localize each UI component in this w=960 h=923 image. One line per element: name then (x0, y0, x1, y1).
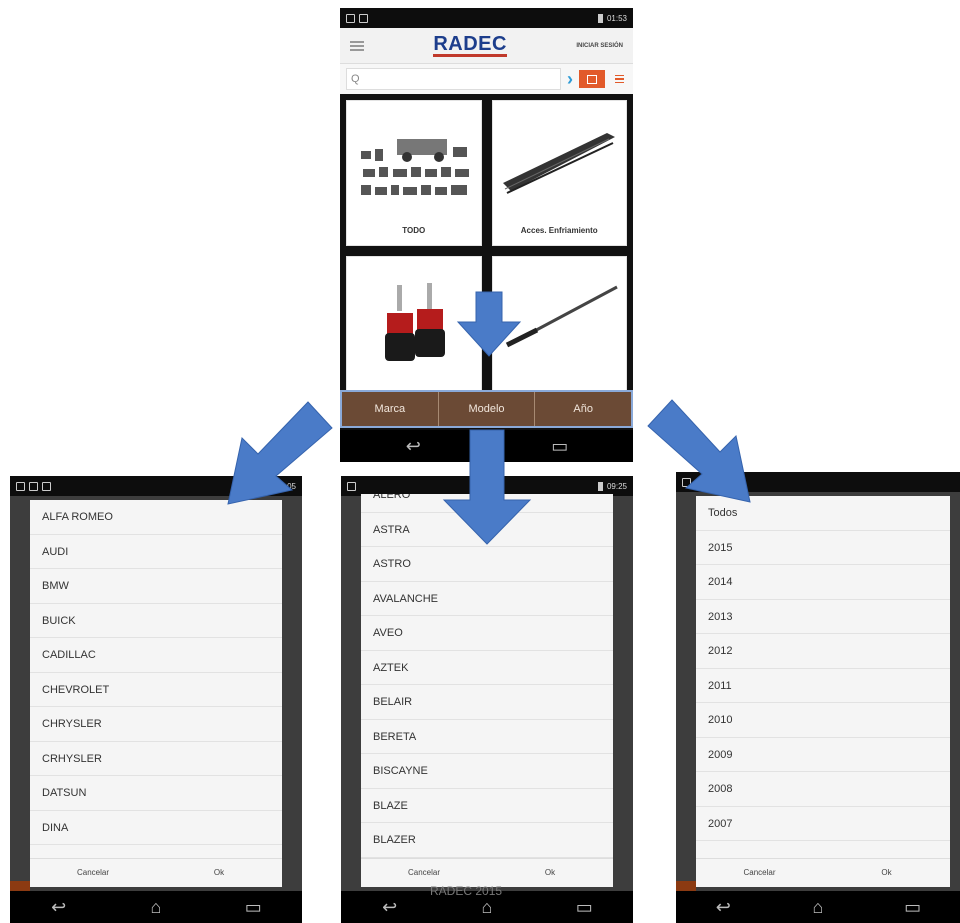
back-icon[interactable]: ↩ (370, 897, 410, 918)
battery-icon (597, 13, 603, 23)
back-icon[interactable]: ↩ (393, 436, 433, 457)
recent-apps-icon[interactable]: ▭ (233, 897, 273, 918)
dialog-option[interactable]: 2015 (696, 531, 950, 565)
modelo-dialog: ALERO ASTRA ASTRO AVALANCHE AVEO AZTEK BELAIR B… (361, 494, 613, 887)
dialog-option[interactable]: 2009 (696, 738, 950, 772)
home-icon[interactable]: ⌂ (467, 897, 507, 918)
dialog-option[interactable]: ASTRO (361, 547, 613, 582)
marca-option-list: ALFA ROMEO AUDI BMW BUICK CADILLAC CHEVROLET C… (30, 500, 282, 845)
dialog-option[interactable]: 2008 (696, 772, 950, 807)
dialog-option[interactable]: 2012 (696, 634, 950, 669)
ok-button[interactable]: Ok (156, 859, 282, 887)
dialog-actions: Cancelar Ok (361, 858, 613, 887)
notification-icon (346, 13, 355, 23)
ok-button[interactable]: Ok (487, 859, 613, 887)
dialog-option[interactable]: BISCAYNE (361, 754, 613, 789)
cancel-button[interactable]: Cancelar (361, 859, 487, 887)
status-time: 01:53 (606, 13, 627, 23)
notification-icon (16, 481, 25, 491)
recent-apps-icon[interactable]: ▭ (564, 897, 604, 918)
list-view-button[interactable] (611, 70, 627, 88)
back-icon[interactable]: ↩ (703, 897, 743, 918)
dialog-option[interactable]: DATSUN (30, 776, 282, 811)
home-icon[interactable]: ⌂ (136, 897, 176, 918)
background-strip (10, 881, 30, 891)
dialog-option[interactable]: CRHYSLER (30, 742, 282, 776)
search-row: Q › (340, 64, 633, 94)
dialog-option[interactable]: 2010 (696, 703, 950, 738)
dialog-option[interactable]: AUDI (30, 535, 282, 569)
dialog-option[interactable]: 2014 (696, 565, 950, 600)
recent-apps-icon[interactable]: ▭ (540, 436, 580, 457)
nav-bar: ↩ ⌂ ▭ (676, 891, 960, 923)
filter-anio-button[interactable]: Año (535, 392, 631, 426)
dialog-option[interactable]: AZTEK (361, 651, 613, 685)
notification-icon (347, 481, 356, 491)
anio-option-list: Todos 2015 2014 2013 2012 2011 2010 2009 2008 200… (696, 496, 950, 841)
dialog-option[interactable]: BELAIR (361, 685, 613, 720)
filter-modelo-button[interactable]: Modelo (439, 392, 536, 426)
arrow-down-left-icon (227, 401, 333, 505)
menu-icon[interactable] (350, 40, 364, 51)
dialog-option[interactable]: CADILLAC (30, 638, 282, 673)
modelo-option-list: ALERO ASTRA ASTRO AVALANCHE AVEO AZTEK BELAIR B… (361, 494, 613, 858)
battery-icon (597, 481, 603, 491)
anio-picker-screen: Todos 2015 2014 2013 2012 2011 2010 2009 2008 200… (676, 472, 960, 923)
dialog-option[interactable]: BMW (30, 569, 282, 604)
dialog-option[interactable]: AVALANCHE (361, 582, 613, 616)
cancel-button[interactable]: Cancelar (696, 859, 823, 887)
status-bar: 01:53 (340, 8, 633, 28)
arrow-down-icon (442, 429, 532, 545)
dialog-option[interactable]: BLAZE (361, 789, 613, 823)
grid-icon (587, 74, 597, 84)
cancel-button[interactable]: Cancelar (30, 859, 156, 887)
dialog-option[interactable]: CHRYSLER (30, 707, 282, 742)
chevron-right-icon[interactable]: › (567, 69, 573, 90)
status-time: 09:25 (606, 481, 627, 491)
dialog-option[interactable]: BERETA (361, 720, 613, 754)
nav-bar: ↩ ⌂ ▭ (10, 891, 302, 923)
recent-apps-icon[interactable]: ▭ (893, 897, 933, 918)
app-bar: RADEC INICIAR SESIÓN (340, 28, 633, 64)
arrow-down-icon (456, 291, 522, 357)
category-card-todo[interactable]: TODO (346, 100, 482, 246)
dialog-option[interactable]: AVEO (361, 616, 613, 651)
dialog-actions: Cancelar Ok (696, 858, 950, 887)
marca-picker-screen: 05 ALFA ROMEO AUDI BMW BUICK CADILLAC CHEVROL… (10, 476, 302, 923)
card-label: Acces. Enfriamiento (520, 226, 598, 235)
login-button[interactable]: INICIAR SESIÓN (576, 43, 623, 49)
card-label: TODO (402, 226, 426, 235)
category-card-enfriamiento[interactable]: Acces. Enfriamiento (491, 100, 627, 246)
dialog-option[interactable]: CHEVROLET (30, 673, 282, 707)
anio-dialog: Todos 2015 2014 2013 2012 2011 2010 2009 2008 200… (696, 496, 950, 887)
marca-dialog: ALFA ROMEO AUDI BMW BUICK CADILLAC CHEVROLET C… (30, 500, 282, 887)
dialog-option[interactable]: 2011 (696, 669, 950, 703)
dialog-option[interactable]: 2007 (696, 807, 950, 841)
search-icon: Q (351, 73, 360, 85)
search-input[interactable]: Q (346, 68, 561, 90)
ok-button[interactable]: Ok (823, 859, 950, 887)
background-strip (676, 881, 696, 891)
dialog-option[interactable]: 2013 (696, 600, 950, 634)
filter-marca-button[interactable]: Marca (342, 392, 439, 426)
watermark-text: RADEC 2015 (430, 884, 503, 898)
filter-bar: Marca Modelo Año (340, 390, 633, 428)
notification-icon (29, 481, 38, 491)
dialog-option[interactable]: BLAZER (361, 823, 613, 858)
dialog-option[interactable]: DINA (30, 811, 282, 845)
back-icon[interactable]: ↩ (39, 897, 79, 918)
dialog-actions: Cancelar Ok (30, 858, 282, 887)
belt-image (502, 133, 615, 194)
main-phone-screen: 01:53 RADEC INICIAR SESIÓN Q › TODO Acce… (340, 8, 633, 462)
arrow-down-right-icon (647, 399, 751, 503)
home-icon[interactable]: ⌂ (798, 897, 838, 918)
logo: RADEC (433, 33, 507, 57)
notification-icon (42, 481, 51, 491)
notification-icon (359, 13, 368, 23)
parts-image (361, 139, 469, 195)
grid-view-button[interactable] (579, 70, 605, 88)
dialog-option[interactable]: BUICK (30, 604, 282, 638)
